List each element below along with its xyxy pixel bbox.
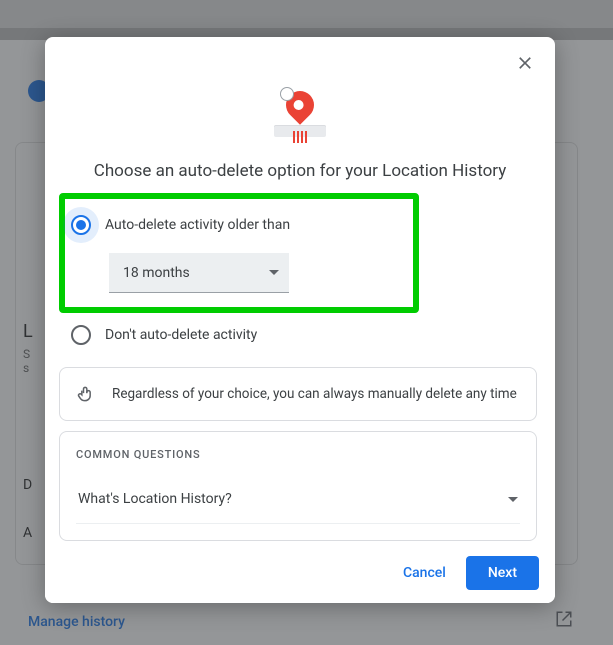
common-questions-card: COMMON QUESTIONS What's Location History… [59,431,537,541]
duration-dropdown[interactable]: 18 months [109,253,289,293]
info-text: Regardless of your choice, you can alway… [112,386,517,402]
chevron-down-icon [269,270,279,275]
common-questions-title: COMMON QUESTIONS [76,448,520,461]
cq-item-location-history[interactable]: What's Location History? [76,487,520,524]
info-banner: Regardless of your choice, you can alway… [59,367,537,421]
radio-option-dont-auto-delete[interactable]: Don't auto-delete activity [69,321,541,349]
dialog-footer: Cancel Next [45,543,555,603]
chevron-down-icon [508,497,518,502]
close-button[interactable] [511,49,539,77]
cancel-button[interactable]: Cancel [393,557,456,589]
cq-item-label: What's Location History? [78,491,232,507]
dropdown-value: 18 months [123,265,190,281]
auto-delete-dialog: Choose an auto-delete option for your Lo… [45,37,555,603]
radio-button-selected[interactable] [71,215,91,235]
clock-icon [280,87,294,101]
radio-button-unselected[interactable] [71,325,91,345]
dialog-title: Choose an auto-delete option for your Lo… [63,161,537,181]
radio-label: Don't auto-delete activity [105,327,257,343]
highlight-box: Auto-delete activity older than 18 month… [59,193,419,313]
hero-illustration [59,87,541,143]
touch-icon [76,384,96,404]
radio-option-auto-delete[interactable]: Auto-delete activity older than [69,211,405,239]
dialog-body-scroll[interactable]: Choose an auto-delete option for your Lo… [45,81,543,543]
next-button[interactable]: Next [466,556,539,590]
close-icon [515,53,535,73]
radio-label: Auto-delete activity older than [105,217,290,233]
